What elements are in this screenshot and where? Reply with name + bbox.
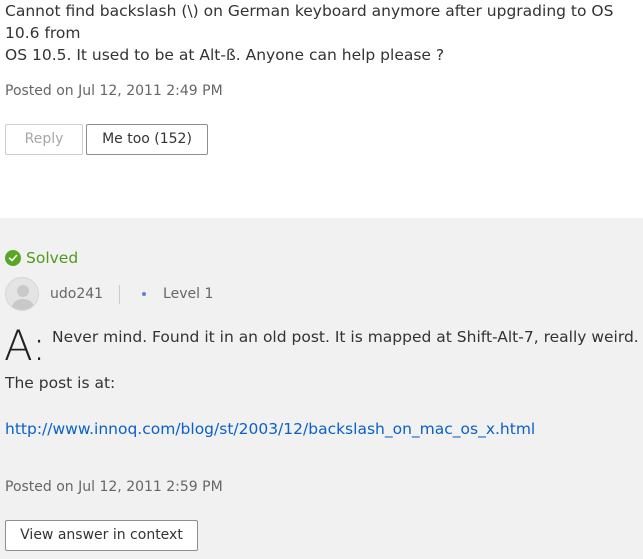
thread-page: Cannot find backslash (\) on German keyb…	[0, 0, 643, 559]
author-level: Level 1	[163, 286, 214, 302]
me-too-button[interactable]: Me too (152)	[86, 124, 208, 155]
author-username[interactable]: udo241	[50, 286, 103, 302]
solved-badge: Solved	[5, 248, 78, 268]
answer-author-row: udo241 Level 1	[5, 277, 213, 311]
answer-marker: A:	[4, 321, 47, 370]
solved-label: Solved	[26, 249, 79, 267]
user-avatar-icon[interactable]	[5, 277, 39, 311]
author-divider	[119, 284, 121, 304]
answer-link[interactable]: http://www.innoq.com/blog/st/2003/12/bac…	[5, 418, 535, 440]
solved-answer-section: Solved udo241 Level 1 A: Never mind. Fou…	[0, 218, 643, 559]
check-circle-icon	[5, 250, 21, 266]
view-answer-in-context-button[interactable]: View answer in context	[5, 520, 198, 551]
level-dot-icon	[142, 292, 147, 296]
answer-posted-date: Posted on Jul 12, 2011 2:59 PM	[5, 479, 223, 495]
answer-body-line: The post is at:	[5, 374, 116, 392]
question-posted-date: Posted on Jul 12, 2011 2:49 PM	[5, 83, 223, 99]
answer-body-line: Never mind. Found it in an old post. It …	[52, 328, 639, 346]
question-body: Cannot find backslash (\) on German keyb…	[5, 2, 614, 64]
reply-button[interactable]: Reply	[5, 124, 83, 155]
